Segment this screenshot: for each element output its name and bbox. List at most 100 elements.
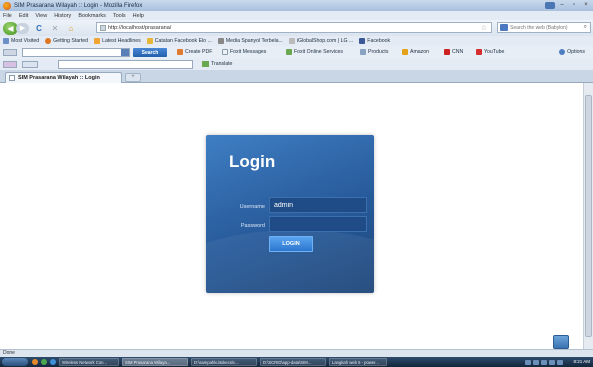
bookmark-most-visited[interactable]: Most Visited [3, 38, 39, 44]
tray-icon[interactable] [541, 359, 547, 365]
bookmark-facebook[interactable]: Facebook [359, 38, 390, 44]
start-button[interactable] [2, 358, 28, 366]
bookmark-icon [288, 38, 295, 44]
services-icon [286, 49, 292, 55]
chrome-quicklaunch-icon[interactable] [41, 359, 47, 365]
close-button[interactable]: × [581, 1, 591, 9]
bookmark-iglobalshop[interactable]: iGlobalShop.com | LG ... [288, 38, 353, 44]
menu-help[interactable]: Help [133, 13, 144, 19]
toolbar-menu-icon[interactable] [3, 49, 17, 56]
message-icon [222, 49, 228, 55]
login-button[interactable]: LOGIN [269, 236, 313, 252]
addon-menu-icon[interactable] [22, 61, 38, 68]
bookmarks-toolbar: Most Visited Getting Started Latest Head… [0, 36, 593, 46]
menu-bar: File Edit View History Bookmarks Tools H… [0, 11, 593, 20]
addon-icon[interactable] [3, 61, 17, 68]
forward-button[interactable]: ▶ [16, 22, 29, 34]
system-tray [525, 358, 575, 366]
tray-icon[interactable] [533, 359, 539, 365]
menu-bookmarks[interactable]: Bookmarks [78, 13, 106, 19]
page-icon [9, 75, 15, 81]
translate-button[interactable]: Translate [202, 61, 232, 67]
cnn-button[interactable]: CNN [444, 49, 463, 55]
password-label: Password [240, 223, 265, 229]
page-content: Login Username Password LOGIN [0, 83, 583, 349]
bookmark-getting-started[interactable]: Getting Started [45, 38, 88, 44]
options-button[interactable]: Options [559, 49, 585, 55]
task-sim-prasarana[interactable]: SIM Prasarana Wilaya... [122, 358, 188, 366]
firefox-quicklaunch-icon[interactable] [32, 359, 38, 365]
rss-icon [94, 38, 101, 44]
bookmark-catatan-facebook[interactable]: Catatan Facebook Elo ... [146, 38, 212, 44]
foxit-online-services-button[interactable]: Foxit Online Services [286, 49, 343, 55]
translate-input[interactable] [58, 60, 193, 69]
tray-icon[interactable] [557, 359, 563, 365]
bookmark-media-spanyol[interactable]: Media Spanyol Terbela... [217, 38, 283, 44]
password-input[interactable] [269, 216, 367, 232]
windows-taskbar: Wireless Network Con... SIM Prasarana Wi… [0, 357, 593, 367]
products-button[interactable]: Products [360, 49, 388, 55]
username-input[interactable] [269, 197, 367, 213]
toolbar-search-button[interactable]: Search [133, 48, 167, 57]
menu-edit[interactable]: Edit [19, 13, 28, 19]
url-text[interactable]: http://localhost/prasarana/ [108, 25, 171, 31]
login-panel: Login Username Password LOGIN [206, 135, 374, 293]
task-sampahku[interactable]: D:\sampahku\tokecs\c... [191, 358, 257, 366]
cnn-icon [444, 49, 450, 55]
menu-view[interactable]: View [35, 13, 47, 19]
amazon-icon [402, 49, 408, 55]
task-wireless-network[interactable]: Wireless Network Con... [59, 358, 119, 366]
window-titlebar: SIM Prasarana Wilayah :: Login - Mozilla… [0, 0, 593, 11]
tab-bar: SIM Prasarana Wilayah :: Login + [0, 70, 593, 83]
youtube-button[interactable]: YouTube [476, 49, 504, 55]
status-bar: Done [0, 349, 593, 357]
minimize-button[interactable]: – [557, 1, 567, 9]
menu-file[interactable]: File [3, 13, 12, 19]
bookmark-icon [45, 38, 52, 44]
create-pdf-button[interactable]: Create PDF [177, 49, 212, 55]
toolbar-search-input[interactable] [22, 48, 130, 57]
addon-toolbar: Search Create PDF Foxit Messages Foxit O… [0, 46, 593, 59]
navigation-toolbar: ◀ ▶ C ✕ ⌂ http://localhost/prasarana/ ☆ … [0, 20, 593, 36]
new-tab-button[interactable]: + [125, 73, 141, 82]
task-scrid[interactable]: D:\SCRID\app-data\SIM... [260, 358, 326, 366]
foxit-messages-button[interactable]: Foxit Messages [222, 49, 266, 55]
folder-icon [146, 38, 153, 44]
stop-icon[interactable]: ✕ [49, 22, 61, 34]
tray-icon[interactable] [549, 359, 555, 365]
search-go-icon[interactable]: ⌕ [584, 24, 587, 31]
bookmark-star-icon[interactable]: ☆ [481, 24, 487, 32]
web-search-input[interactable] [510, 24, 580, 31]
bookmark-icon [217, 38, 224, 44]
search-engine-icon[interactable] [500, 24, 508, 31]
username-label: Username [239, 204, 265, 210]
vertical-scrollbar[interactable] [583, 83, 593, 349]
url-bar[interactable]: http://localhost/prasarana/ ☆ [96, 22, 492, 33]
facebook-icon [359, 38, 366, 44]
ie-quicklaunch-icon[interactable] [50, 359, 56, 365]
task-langkah-web[interactable]: Langkah web 5 - power... [329, 358, 387, 366]
bookmark-icon [3, 38, 9, 44]
maximize-button[interactable]: ▫ [569, 1, 579, 9]
chevron-down-icon[interactable] [121, 49, 129, 56]
window-title: SIM Prasarana Wilayah :: Login - Mozilla… [14, 2, 143, 9]
window-extra-icon[interactable] [545, 2, 555, 9]
home-icon[interactable]: ⌂ [65, 22, 77, 34]
menu-tools[interactable]: Tools [113, 13, 126, 19]
tab-sim-prasarana-login[interactable]: SIM Prasarana Wilayah :: Login [5, 72, 122, 83]
pdf-icon [177, 49, 183, 55]
amazon-button[interactable]: Amazon [402, 49, 429, 55]
translate-icon [202, 61, 209, 67]
site-favicon-icon [100, 24, 106, 31]
youtube-icon [476, 49, 482, 55]
scrollbar-thumb[interactable] [585, 95, 592, 337]
reload-icon[interactable]: C [33, 22, 45, 34]
login-title: Login [229, 152, 276, 171]
menu-history[interactable]: History [54, 13, 71, 19]
products-icon [360, 49, 366, 55]
tab-label: SIM Prasarana Wilayah :: Login [18, 75, 100, 81]
bookmark-latest-headlines[interactable]: Latest Headlines [94, 38, 141, 44]
tray-icon[interactable] [525, 359, 531, 365]
web-search-box[interactable]: ⌕ [497, 22, 591, 33]
addon-corner-icon[interactable] [553, 335, 569, 349]
